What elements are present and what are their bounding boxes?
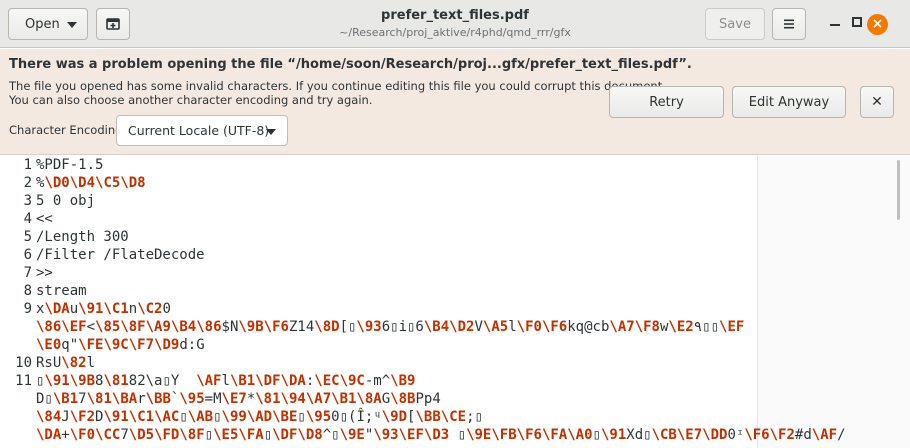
code-line: %\D0\D4\C5\D8 xyxy=(36,175,146,191)
chevron-down-icon xyxy=(266,129,276,135)
code-line: /Length 300 xyxy=(36,229,129,245)
code-line: stream xyxy=(36,283,87,299)
code-line: 5 0 obj xyxy=(36,193,96,209)
chevron-down-icon xyxy=(67,22,77,28)
vertical-scrollbar[interactable] xyxy=(897,160,900,220)
hamburger-menu-icon xyxy=(784,19,794,29)
code-line: \DA+\F0\CC7\D5\FD\8F▯\E5\FA▯\DF\D8^▯\9E"… xyxy=(36,427,846,443)
edit-anyway-button[interactable]: Edit Anyway xyxy=(732,86,846,118)
minimize-window-icon[interactable] xyxy=(830,24,840,26)
window-subtitle: ~/Research/proj_aktive/r4phd/qmd_rrr/gfx xyxy=(339,26,571,39)
close-infobar-button[interactable]: ✕ xyxy=(860,86,894,118)
line-number: 10 xyxy=(15,355,32,371)
right-margin-area xyxy=(758,156,910,448)
new-document-button[interactable] xyxy=(96,8,130,40)
line-number: 11 xyxy=(15,373,32,389)
error-infobar: There was a problem opening the file “/h… xyxy=(0,49,910,155)
open-button[interactable]: Open xyxy=(8,8,88,40)
character-encoding-label: Character Encoding: xyxy=(9,123,127,137)
line-number: 6 xyxy=(23,247,32,263)
error-title: There was a problem opening the file “/h… xyxy=(9,57,692,72)
code-line: \86\EF<\85\8F\A9\B4\86$N\9B\F6Z14\8D[▯\9… xyxy=(36,319,745,335)
code-line: \84J\F2D\91\C1\AC▯\AB▯\99\AD\BE▯\950▯(Î;… xyxy=(36,409,483,425)
code-line: \E0q"\FE\9C\F7\D9d:G xyxy=(36,337,205,353)
code-line: %PDF-1.5 xyxy=(36,157,104,173)
line-number: 5 xyxy=(23,229,32,245)
open-button-label: Open xyxy=(25,16,60,32)
right-margin-line xyxy=(757,156,758,448)
character-encoding-select[interactable]: Current Locale (UTF-8) xyxy=(116,115,288,146)
character-encoding-value: Current Locale (UTF-8) xyxy=(128,123,270,138)
close-window-button[interactable]: × xyxy=(867,14,888,35)
close-icon: ✕ xyxy=(871,94,883,110)
maximize-window-icon[interactable] xyxy=(852,17,862,27)
menu-button[interactable] xyxy=(772,8,806,40)
code-line: << xyxy=(36,211,53,227)
code-line: RsU\82l xyxy=(36,355,96,371)
error-message-line2: You can also choose another character en… xyxy=(9,93,373,107)
header-bar: Open prefer_text_files.pdf ~/Research/pr… xyxy=(0,0,910,48)
code-line: ▯\91\9B8\8182\a▯Y \AFl\B1\DF\DA:\EC\9C-m… xyxy=(36,373,416,389)
error-message-line1: The file you opened has some invalid cha… xyxy=(9,79,666,93)
code-line: >> xyxy=(36,265,53,281)
line-number: 9 xyxy=(23,301,32,317)
line-number: 1 xyxy=(23,157,32,173)
text-editor[interactable]: 1 2 3 4 5 6 7 8 9 10 11 %PDF-1.5 %\D0\D4\C5\D8 5 0 o… xyxy=(0,156,910,448)
new-document-icon xyxy=(106,18,120,30)
line-number: 3 xyxy=(23,193,32,209)
code-line: x\DAu\91\C1n\C20 xyxy=(36,301,171,317)
retry-button[interactable]: Retry xyxy=(609,86,724,118)
window-title: prefer_text_files.pdf xyxy=(381,8,529,23)
line-number: 4 xyxy=(23,211,32,227)
code-line: D▯\B17\81\BAr\BB`\95=M\E7*\81\94\A7\B1\8… xyxy=(36,391,441,407)
line-number: 2 xyxy=(23,175,32,191)
save-button[interactable]: Save xyxy=(705,8,765,40)
line-number: 8 xyxy=(23,283,32,299)
line-number: 7 xyxy=(23,265,32,281)
code-line: /Filter /FlateDecode xyxy=(36,247,205,263)
